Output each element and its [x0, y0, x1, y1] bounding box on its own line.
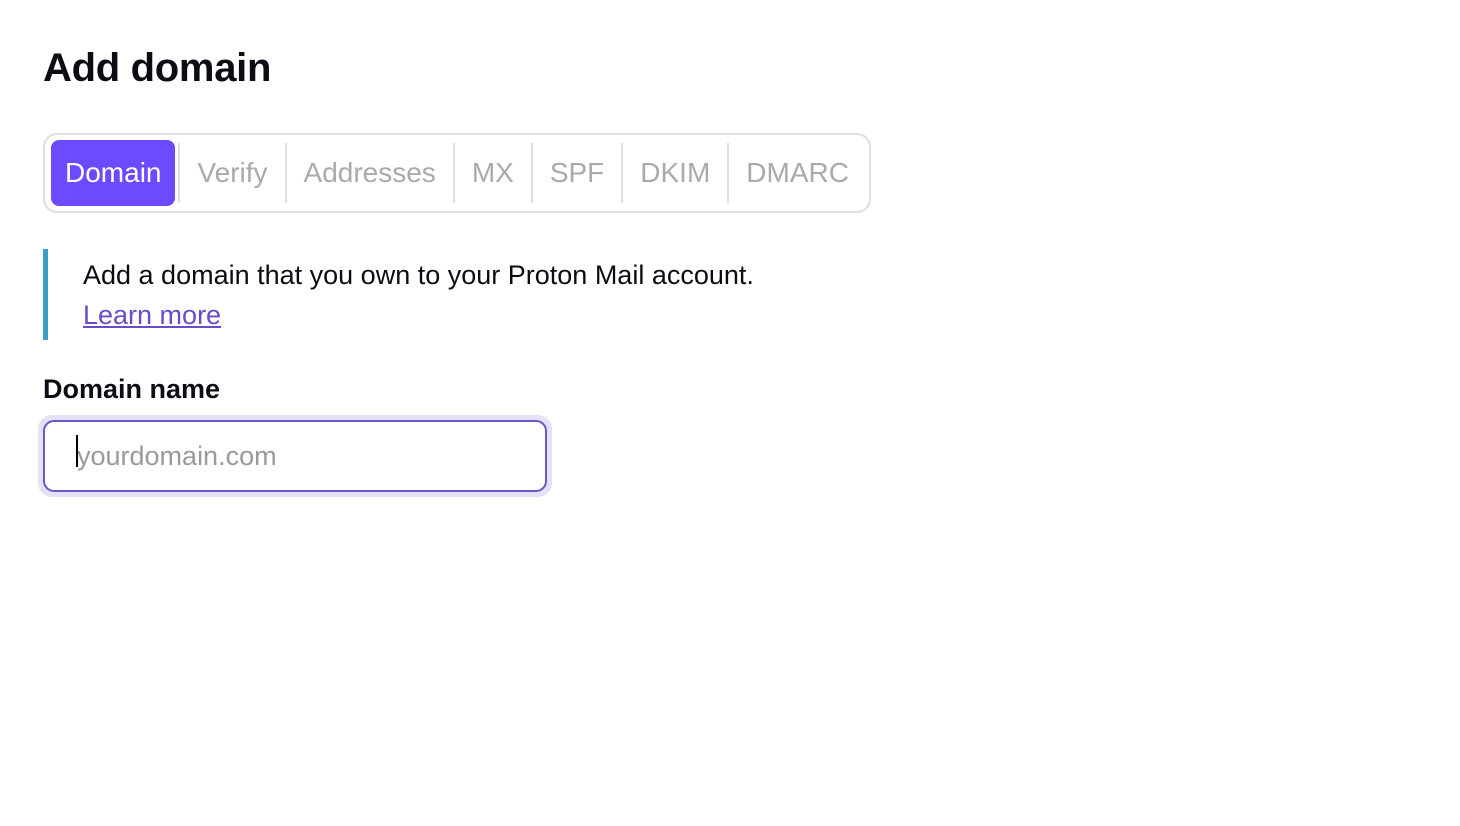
- info-notice: Add a domain that you own to your Proton…: [43, 249, 903, 340]
- step-divider: [621, 143, 624, 203]
- step-spf[interactable]: SPF: [536, 140, 618, 206]
- domain-input-focus-ring: [38, 415, 552, 497]
- domain-name-input[interactable]: [43, 420, 547, 492]
- step-domain[interactable]: Domain: [51, 140, 176, 206]
- step-dkim[interactable]: DKIM: [626, 140, 724, 206]
- step-divider: [530, 143, 533, 203]
- step-addresses[interactable]: Addresses: [290, 140, 450, 206]
- step-dmarc[interactable]: DMARC: [732, 140, 863, 206]
- text-caret: [76, 435, 78, 467]
- step-verify[interactable]: Verify: [183, 140, 281, 206]
- setup-stepper: Domain Verify Addresses MX SPF DKIM DMAR…: [43, 133, 871, 213]
- learn-more-link[interactable]: Learn more: [83, 300, 221, 330]
- step-divider: [284, 143, 287, 203]
- step-divider: [452, 143, 455, 203]
- domain-name-label: Domain name: [43, 374, 221, 404]
- step-mx[interactable]: MX: [458, 140, 528, 206]
- step-divider: [178, 143, 181, 203]
- step-divider: [727, 143, 730, 203]
- notice-text: Add a domain that you own to your Proton…: [83, 260, 754, 290]
- page-title: Add domain: [43, 46, 272, 90]
